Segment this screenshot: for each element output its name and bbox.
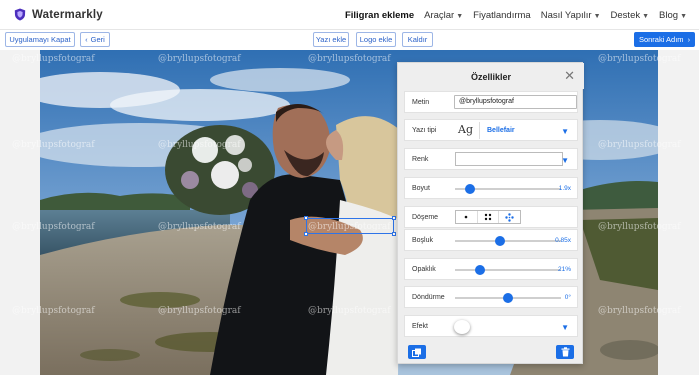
brand[interactable]: Watermarkly: [14, 8, 103, 21]
size-value: 1.9x: [558, 185, 571, 192]
slider-knob[interactable]: [503, 293, 513, 303]
close-icon[interactable]: ✕: [564, 69, 575, 82]
add-logo-button[interactable]: Logo ekle: [356, 32, 396, 47]
tiling-label: Döşeme: [412, 214, 439, 221]
resize-handle[interactable]: [392, 232, 396, 236]
text-label: Metin: [412, 99, 430, 106]
spacing-value: 0.85x: [555, 237, 571, 244]
size-row: Boyut 1.9x: [404, 177, 578, 199]
font-label: Yazı tipi: [412, 127, 437, 134]
chevron-down-icon: ▼: [456, 13, 464, 20]
nav-add-watermark[interactable]: Filigran ekleme: [345, 10, 414, 21]
tiling-grid-button[interactable]: [478, 211, 500, 223]
color-row: Renk ▼: [404, 148, 578, 170]
chevron-down-icon[interactable]: ▼: [561, 156, 569, 165]
chevron-right-icon: ›: [687, 35, 691, 44]
rotation-value: 0°: [564, 294, 571, 301]
nav-pricing[interactable]: Fiyatlandırma: [473, 10, 531, 21]
tiling-options: [455, 210, 521, 224]
back-button[interactable]: ‹ Geri: [80, 32, 110, 47]
effect-toggle[interactable]: [454, 320, 470, 334]
rotation-label: Döndürme: [412, 294, 445, 301]
chevron-down-icon: ▼: [680, 13, 687, 20]
color-swatch[interactable]: [455, 152, 563, 166]
add-text-button[interactable]: Yazı ekle: [313, 32, 349, 47]
font-sample: Ag: [458, 123, 473, 136]
chevron-down-icon: ▼: [642, 13, 650, 20]
spacing-slider[interactable]: [455, 236, 561, 246]
opacity-value: 21%: [557, 266, 571, 273]
color-label: Renk: [412, 156, 429, 163]
next-step-button[interactable]: Sonraki Adım ›: [634, 32, 695, 47]
delete-button[interactable]: [556, 345, 574, 359]
size-label: Boyut: [412, 185, 430, 192]
text-row: Metin @bryllupsfotograf: [404, 91, 578, 113]
nav-tools[interactable]: Araçlar ▼: [424, 10, 463, 21]
properties-panel: Özellikler ✕ Metin @bryllupsfotograf Yaz…: [397, 62, 584, 364]
top-navigation: Watermarkly Filigran ekleme Araçlar ▼ Fiy…: [0, 0, 699, 30]
slider-knob[interactable]: [494, 236, 505, 246]
opacity-row: Opaklık 21%: [404, 258, 578, 280]
font-row[interactable]: Yazı tipi Ag Bellefair ▼: [404, 119, 578, 141]
opacity-slider[interactable]: [455, 265, 561, 275]
effect-row: Efekt ▼: [404, 315, 578, 337]
tiling-row: Döşeme: [404, 206, 578, 228]
tiling-custom-button[interactable]: [499, 211, 520, 223]
nav-how-to[interactable]: Nasıl Yapılır ▼: [541, 10, 601, 21]
slider-knob[interactable]: [464, 184, 475, 194]
watermarkly-logo-icon: [14, 8, 26, 21]
chevron-down-icon: ▼: [593, 13, 601, 20]
single-dot-icon: [465, 215, 468, 219]
slider-knob[interactable]: [475, 265, 486, 275]
duplicate-button[interactable]: [408, 345, 426, 359]
four-dots-icon: [484, 213, 492, 221]
tiling-single-button[interactable]: [456, 211, 478, 223]
close-app-button[interactable]: Uygulamayı Kapat: [5, 32, 75, 47]
chevron-down-icon[interactable]: ▼: [561, 127, 569, 136]
nav-blog[interactable]: Blog ▼: [659, 10, 687, 21]
main-menu: Filigran ekleme Araçlar ▼ Fiyatlandırma N…: [345, 10, 687, 21]
divider: [479, 122, 480, 139]
trash-icon: [561, 347, 569, 357]
selected-watermark-box[interactable]: [304, 216, 396, 236]
spacing-row: Boşluk 0.85x: [404, 229, 578, 251]
spacing-label: Boşluk: [412, 237, 434, 244]
nav-support[interactable]: Destek ▼: [611, 10, 650, 21]
resize-handle[interactable]: [304, 232, 308, 236]
scatter-dots-icon: [505, 212, 514, 222]
resize-handle[interactable]: [392, 216, 396, 220]
rotation-row: Döndürme 0°: [404, 286, 578, 308]
size-slider[interactable]: [455, 184, 561, 194]
chevron-left-icon: ‹: [85, 35, 88, 44]
copy-icon: [412, 348, 421, 357]
resize-handle[interactable]: [304, 216, 308, 220]
panel-title: Özellikler: [470, 72, 512, 82]
remove-button[interactable]: Kaldır: [402, 32, 433, 47]
brand-name: Watermarkly: [32, 8, 103, 21]
panel-header: Özellikler ✕: [398, 63, 584, 89]
chevron-down-icon[interactable]: ▼: [561, 323, 569, 332]
font-name: Bellefair: [487, 127, 515, 134]
rotation-slider[interactable]: [455, 293, 561, 303]
effect-label: Efekt: [412, 323, 428, 330]
opacity-label: Opaklık: [412, 266, 436, 273]
watermark-text-input[interactable]: @bryllupsfotograf: [454, 95, 577, 109]
editor-toolbar: Uygulamayı Kapat ‹ Geri Yazı ekle Logo ek…: [0, 30, 699, 50]
